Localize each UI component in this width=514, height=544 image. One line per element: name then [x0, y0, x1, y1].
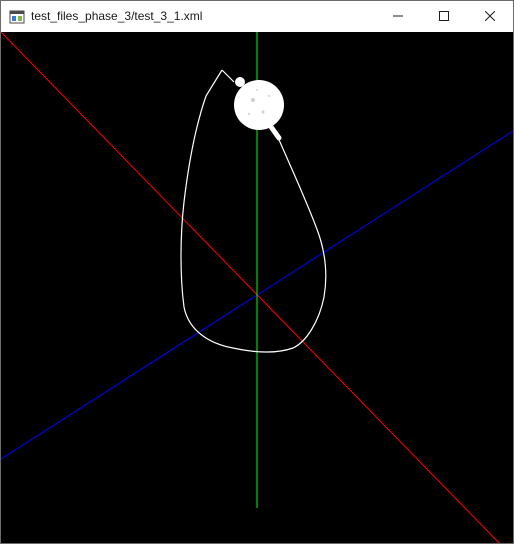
close-button[interactable]: [467, 1, 513, 31]
maximize-button[interactable]: [421, 1, 467, 31]
maximize-icon: [439, 11, 449, 21]
minimize-button[interactable]: [375, 1, 421, 31]
app-window: test_files_phase_3/test_3_1.xml: [0, 0, 514, 544]
render-viewport[interactable]: [1, 32, 513, 543]
window-title: test_files_phase_3/test_3_1.xml: [31, 9, 203, 23]
window-app-icon: [9, 10, 25, 24]
title-bar[interactable]: test_files_phase_3/test_3_1.xml: [1, 1, 513, 32]
minimize-icon: [393, 15, 403, 17]
model-sphere: [234, 77, 284, 141]
close-icon: [485, 11, 495, 21]
scene-canvas: [1, 32, 513, 543]
